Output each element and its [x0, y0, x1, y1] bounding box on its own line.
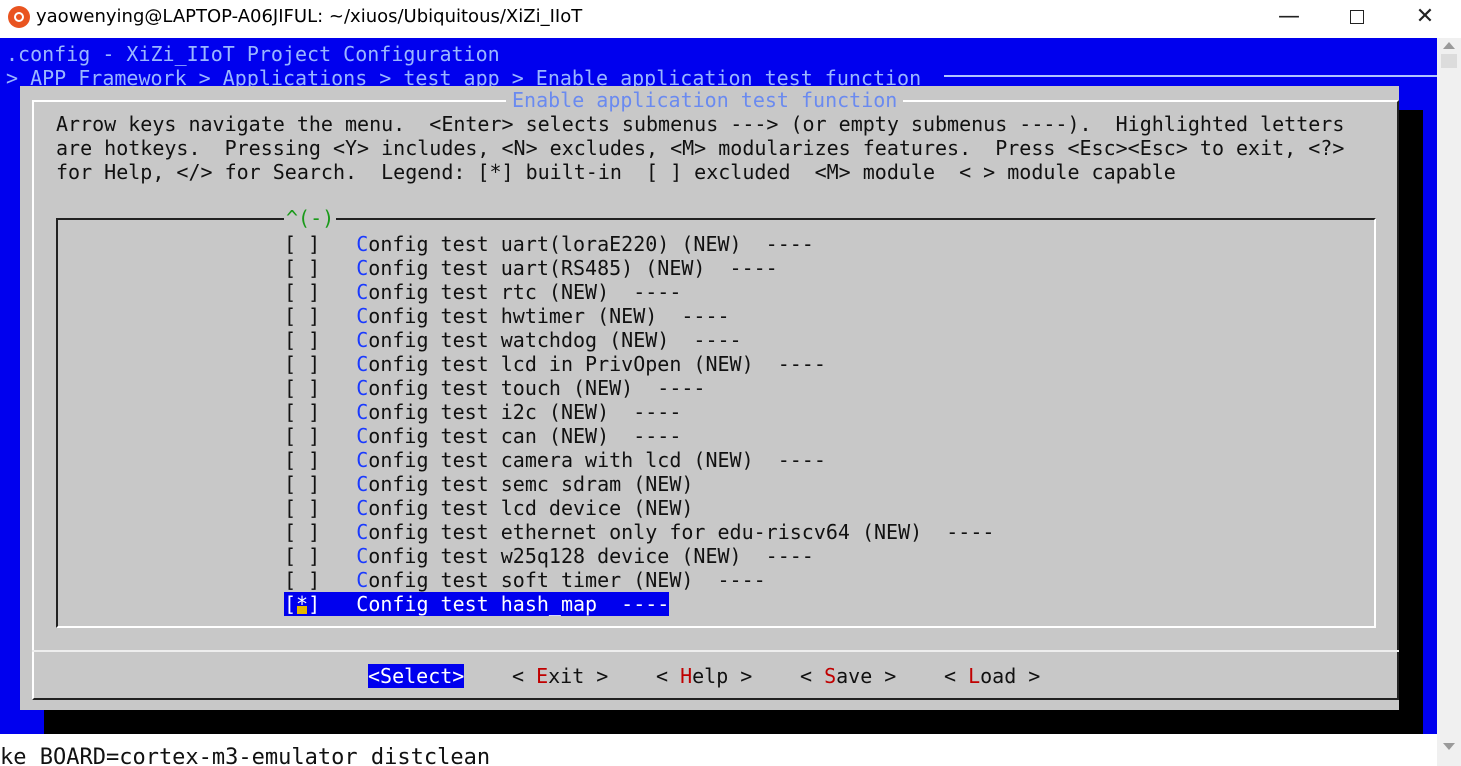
menu-item-label: onfig test lcd in PrivOpen (NEW) ----	[368, 352, 826, 376]
menu-item[interactable]: [ ] Config test uart(loraE220) (NEW) ---…	[284, 232, 814, 256]
menu-item[interactable]: [ ] Config test soft timer (NEW) ----	[284, 568, 766, 592]
menu-item-label: onfig test semc sdram (NEW)	[368, 472, 694, 496]
checkbox[interactable]: [ ]	[284, 448, 320, 472]
scroll-down-icon[interactable]	[1443, 743, 1455, 750]
checkbox[interactable]: [ ]	[284, 304, 320, 328]
scroll-indicator: ^(-)	[284, 206, 337, 230]
hotkey-letter: C	[356, 568, 369, 592]
menu-item-label: onfig test rtc (NEW) ----	[368, 280, 682, 304]
scroll-up-icon[interactable]	[1443, 42, 1455, 49]
checkbox[interactable]: [ ]	[284, 496, 320, 520]
terminal-previous-output: ke BOARD=cortex-m3-emulator distclean	[0, 734, 1437, 766]
help-button[interactable]: < Help >	[656, 664, 752, 688]
checkbox[interactable]: [*]	[284, 592, 320, 616]
exit-button[interactable]: < Exit >	[512, 664, 608, 688]
minimize-button[interactable]: —	[1254, 0, 1324, 38]
checkbox[interactable]: [ ]	[284, 328, 320, 352]
hotkey-letter: C	[356, 232, 369, 256]
config-title: .config - XiZi_IIoT Project Configuratio…	[6, 42, 500, 66]
menu-item[interactable]: [ ] Config test i2c (NEW) ----	[284, 400, 681, 424]
menu-item[interactable]: [ ] Config test can (NEW) ----	[284, 424, 681, 448]
checkbox[interactable]: [ ]	[284, 352, 320, 376]
menu-item-label: onfig test i2c (NEW) ----	[368, 400, 682, 424]
hotkey-letter: C	[356, 256, 369, 280]
checkbox[interactable]: [ ]	[284, 472, 320, 496]
checkbox[interactable]: [ ]	[284, 520, 320, 544]
menu-item-label: onfig test hash_map ----	[368, 592, 670, 616]
menu-item[interactable]: [ ] Config test hwtimer (NEW) ----	[284, 304, 730, 328]
menu-item[interactable]: [ ] Config test ethernet only for edu-ri…	[284, 520, 994, 544]
menu-item[interactable]: [ ] Config test lcd in PrivOpen (NEW) --…	[284, 352, 826, 376]
menu-item-label: onfig test ethernet only for edu-riscv64…	[368, 520, 995, 544]
menu-item[interactable]: [ ] Config test lcd device (NEW)	[284, 496, 693, 520]
help-text-line-3: for Help, </> for Search. Legend: [*] bu…	[56, 160, 1176, 184]
terminal-scrollbar[interactable]	[1437, 38, 1461, 766]
checkbox[interactable]: [ ]	[284, 544, 320, 568]
menu-item-label: onfig test uart(RS485) (NEW) ----	[368, 256, 778, 280]
menu-item[interactable]: [ ] Config test semc sdram (NEW)	[284, 472, 693, 496]
select-button[interactable]: <Select>	[368, 664, 465, 688]
checkbox[interactable]: [ ]	[284, 424, 320, 448]
hotkey-letter: C	[356, 400, 369, 424]
checkbox[interactable]: [ ]	[284, 568, 320, 592]
maximize-icon	[1350, 10, 1364, 24]
menu-item-label: onfig test can (NEW) ----	[368, 424, 682, 448]
menu-item[interactable]: [ ] Config test watchdog (NEW) ----	[284, 328, 742, 352]
hotkey-letter: C	[356, 496, 369, 520]
window-titlebar: yaowenying@LAPTOP-A06JIFUL: ~/xiuos/Ubiq…	[0, 0, 1461, 38]
hotkey-letter: C	[356, 280, 369, 304]
checkbox[interactable]: [ ]	[284, 256, 320, 280]
menu-item-label: onfig test camera with lcd (NEW) ----	[368, 448, 826, 472]
menu-item[interactable]: [ ] Config test w25q128 device (NEW) ---…	[284, 544, 814, 568]
help-text-line-1: Arrow keys navigate the menu. <Enter> se…	[56, 112, 1345, 136]
close-button[interactable]: ✕	[1390, 0, 1460, 38]
menu-item-label: onfig test touch (NEW) ----	[368, 376, 706, 400]
menu-item-label: onfig test lcd device (NEW)	[368, 496, 694, 520]
menu-item[interactable]: [ ] Config test uart(RS485) (NEW) ----	[284, 256, 778, 280]
hotkey-letter: C	[356, 304, 369, 328]
terminal-cursor	[297, 606, 308, 614]
hotkey-letter: C	[356, 328, 369, 352]
checkbox[interactable]: [ ]	[284, 232, 320, 256]
menu-item-label: onfig test w25q128 device (NEW) ----	[368, 544, 814, 568]
checkbox[interactable]: [ ]	[284, 400, 320, 424]
button-separator	[32, 650, 1399, 652]
dialog-title: Enable application test function	[506, 88, 904, 112]
load-button[interactable]: < Load >	[944, 664, 1040, 688]
menu-item-hash-map[interactable]: [*] Config test hash_map ----	[284, 592, 670, 616]
menu-item[interactable]: [ ] Config test rtc (NEW) ----	[284, 280, 681, 304]
menu-item-label: onfig test uart(loraE220) (NEW) ----	[368, 232, 814, 256]
checkbox[interactable]: [ ]	[284, 376, 320, 400]
menu-item[interactable]: [ ] Config test touch (NEW) ----	[284, 376, 705, 400]
save-button[interactable]: < Save >	[800, 664, 896, 688]
hotkey-letter: C	[356, 544, 369, 568]
checkbox[interactable]: [ ]	[284, 280, 320, 304]
help-text-line-2: are hotkeys. Pressing <Y> includes, <N> …	[56, 136, 1345, 160]
hotkey-letter: C	[356, 424, 369, 448]
window-title: yaowenying@LAPTOP-A06JIFUL: ~/xiuos/Ubiq…	[36, 6, 583, 27]
hotkey-letter: C	[356, 448, 369, 472]
hotkey-letter: C	[356, 376, 369, 400]
scrollbar-thumb[interactable]	[1441, 54, 1457, 68]
menu-item-label: onfig test watchdog (NEW) ----	[368, 328, 742, 352]
hotkey-letter: C	[356, 520, 369, 544]
breadcrumb-rule	[944, 75, 1437, 77]
menu-item-label: onfig test soft timer (NEW) ----	[368, 568, 766, 592]
hotkey-letter: C	[356, 472, 369, 496]
maximize-button[interactable]	[1322, 0, 1392, 38]
menu-item[interactable]: [ ] Config test camera with lcd (NEW) --…	[284, 448, 826, 472]
hotkey-letter: C	[356, 592, 369, 616]
ubuntu-icon	[8, 6, 30, 28]
menu-item-label: onfig test hwtimer (NEW) ----	[368, 304, 730, 328]
previous-command: ke BOARD=cortex-m3-emulator distclean	[0, 745, 491, 766]
hotkey-letter: C	[356, 352, 369, 376]
